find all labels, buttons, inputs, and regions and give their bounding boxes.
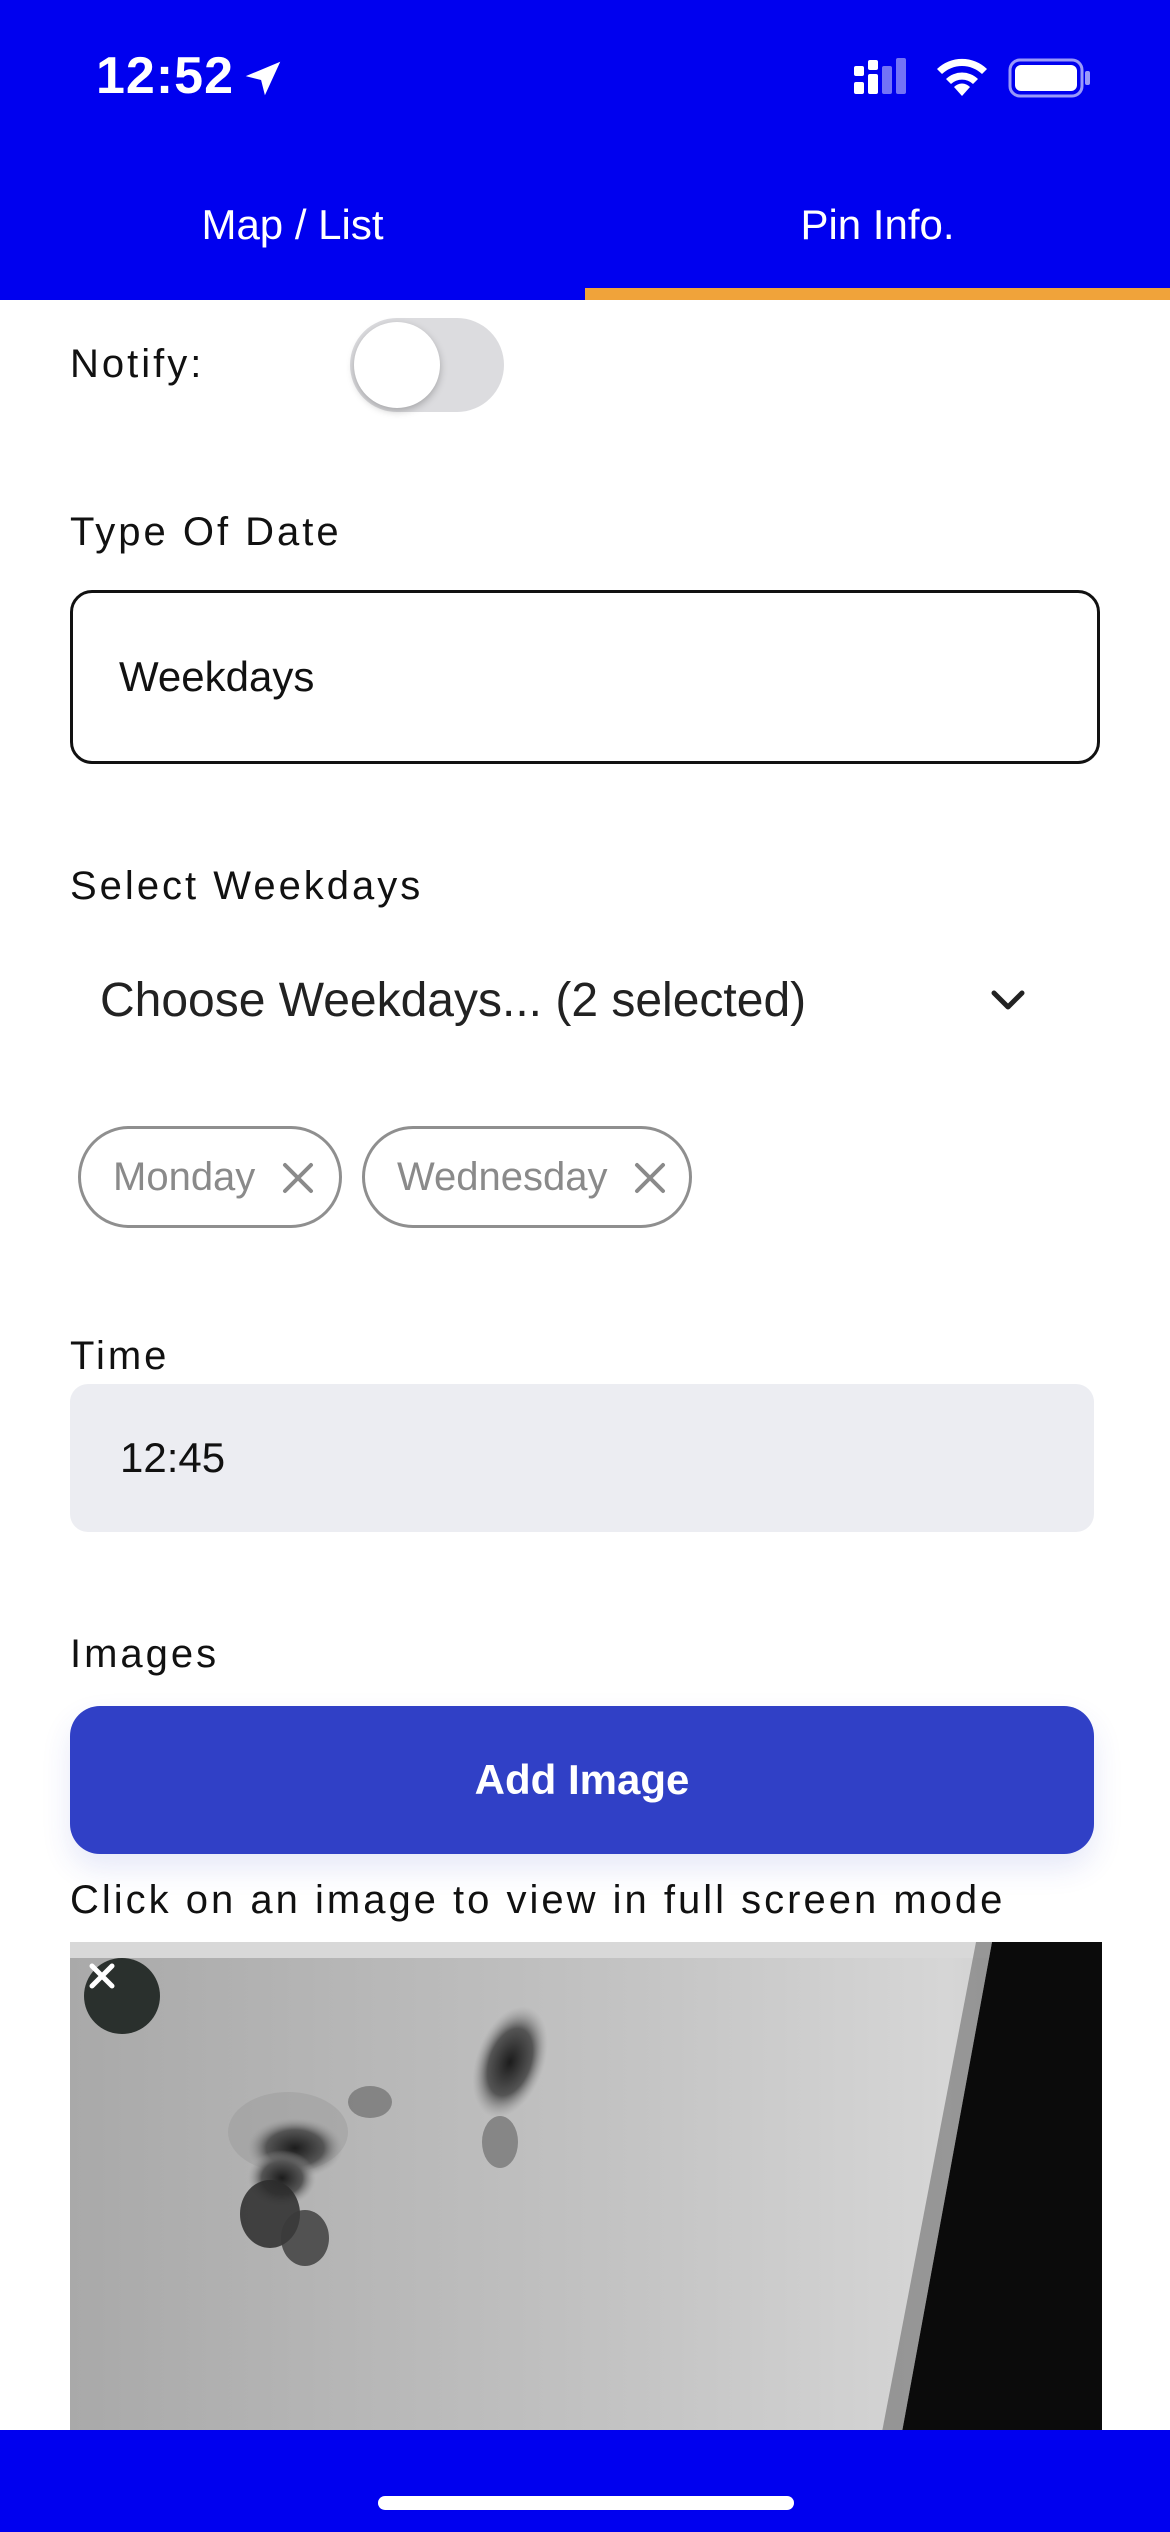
weekday-chip-monday: Monday: [78, 1126, 342, 1228]
chevron-down-icon: [991, 990, 1025, 1010]
home-indicator[interactable]: [378, 2496, 794, 2510]
add-image-button[interactable]: Add Image: [70, 1706, 1094, 1854]
location-arrow-icon: [245, 61, 281, 96]
time-label: Time: [70, 1334, 170, 1378]
image-thumbnail[interactable]: [70, 1942, 1102, 2432]
toggle-knob: [354, 322, 440, 408]
date-type-label: Type Of Date: [70, 510, 342, 554]
date-type-value: Weekdays: [119, 653, 315, 700]
time-input[interactable]: 12:45: [70, 1384, 1094, 1532]
active-tab-indicator: [585, 288, 1170, 300]
time-value: 12:45: [120, 1434, 226, 1481]
app-screen: 12:52 Map / List Pin Info. Notify: Type …: [0, 0, 1170, 2532]
notify-label: Notify:: [70, 342, 205, 386]
weekdays-select-text: Choose Weekdays... (2 selected): [100, 973, 807, 1027]
notify-toggle[interactable]: [350, 318, 504, 412]
date-type-field[interactable]: Weekdays: [70, 590, 1100, 764]
tab-map-list[interactable]: Map / List: [0, 150, 585, 300]
tab-pin-info[interactable]: Pin Info.: [585, 150, 1170, 300]
chip-label: Wednesday: [397, 1154, 608, 1199]
app-header: 12:52 Map / List Pin Info.: [0, 0, 1170, 300]
bottom-bar: [0, 2430, 1170, 2532]
cellular-signal-icon: [854, 58, 906, 94]
add-image-label: Add Image: [474, 1756, 690, 1803]
status-bar: 12:52: [0, 0, 1170, 150]
status-time: 12:52: [96, 47, 234, 105]
remove-chip-icon[interactable]: [279, 1159, 317, 1197]
wifi-icon: [937, 58, 987, 96]
weekday-chip-wednesday: Wednesday: [362, 1126, 692, 1228]
weekdays-select[interactable]: Choose Weekdays... (2 selected): [70, 950, 1100, 1050]
tab-bar: Map / List Pin Info.: [0, 150, 1170, 300]
images-hint: Click on an image to view in full screen…: [70, 1878, 1006, 1922]
battery-icon: [1008, 58, 1090, 98]
remove-image-button[interactable]: [84, 1958, 160, 2034]
chip-label: Monday: [113, 1154, 256, 1199]
sunspot-photo: [70, 1942, 1102, 2432]
weekdays-label: Select Weekdays: [70, 864, 424, 908]
tab-pin-info-label: Pin Info.: [800, 201, 955, 248]
images-label: Images: [70, 1632, 220, 1676]
close-icon: [89, 1963, 115, 1989]
remove-chip-icon[interactable]: [631, 1159, 669, 1197]
tab-map-list-label: Map / List: [201, 201, 384, 248]
